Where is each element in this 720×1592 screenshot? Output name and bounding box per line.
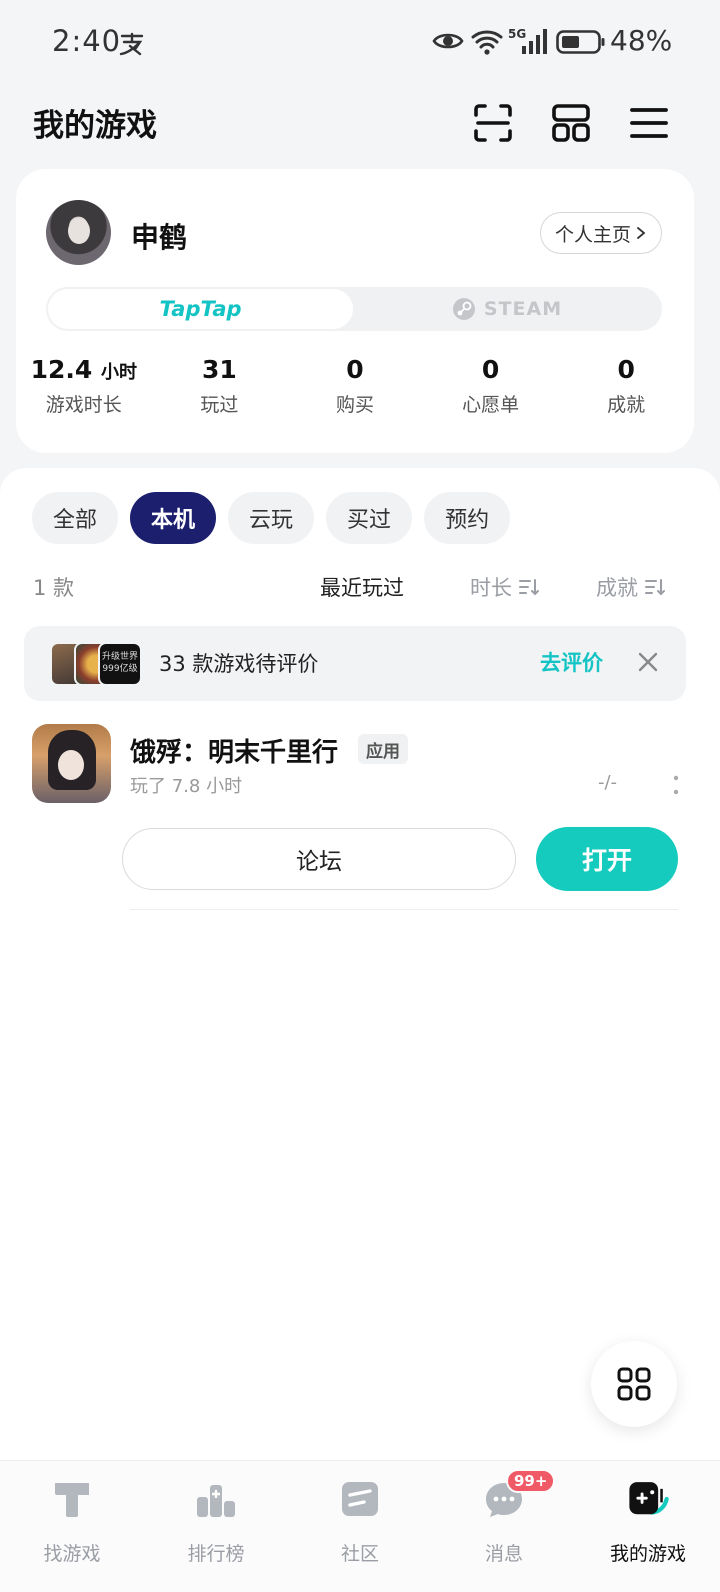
stat-purchased[interactable]: 0 购买 <box>287 355 423 417</box>
filter-chips: 全部 本机 云玩 买过 预约 <box>32 492 511 544</box>
game-icon[interactable] <box>32 724 111 803</box>
game-count: 1 款 <box>33 576 75 600</box>
close-icon[interactable] <box>636 650 660 674</box>
game-tag: 应用 <box>358 734 408 764</box>
status-bar: 2:40 5G 48% <box>0 0 720 86</box>
more-vertical-icon[interactable] <box>668 772 684 798</box>
layout-grid-icon <box>552 104 590 142</box>
stat-value: 31 <box>201 355 237 384</box>
menu-icon <box>630 108 668 138</box>
game-score: -/- <box>598 772 618 793</box>
stat-label: 心愿单 <box>462 394 520 416</box>
ranking-icon <box>194 1477 238 1521</box>
stat-label: 成就 <box>607 394 646 416</box>
stats-row: 12.4 小时 游戏时长 31 玩过 0 购买 0 心愿单 0 成就 <box>16 355 694 417</box>
nav-label: 我的游戏 <box>609 1543 686 1565</box>
stat-value: 12.4 <box>30 355 93 384</box>
community-icon <box>338 1477 382 1521</box>
stat-playtime[interactable]: 12.4 小时 游戏时长 <box>16 355 152 417</box>
game-title: 饿殍：明末千里行 <box>130 738 339 768</box>
nav-ranking[interactable]: 排行榜 <box>144 1461 288 1592</box>
game-playtime: 玩了 7.8 小时 <box>130 776 243 797</box>
game-list-item[interactable]: 饿殍：明末千里行 应用 玩了 7.8 小时 -/- 论坛 打开 <box>0 724 720 914</box>
eye-icon <box>432 33 464 49</box>
platform-toggle: TapTap STEAM <box>46 287 662 331</box>
sort-duration[interactable]: 时长 <box>470 572 540 602</box>
chip-bought[interactable]: 买过 <box>326 492 413 544</box>
svg-text:5G: 5G <box>508 27 526 41</box>
page-title: 我的游戏 <box>33 108 157 144</box>
sort-achievement[interactable]: 成就 <box>596 572 666 602</box>
sort-recent-label: 最近玩过 <box>320 576 404 600</box>
open-game-button[interactable]: 打开 <box>536 827 678 891</box>
alipay-icon <box>119 32 144 56</box>
platform-steam-label: STEAM <box>483 298 563 320</box>
stat-value: 0 <box>617 355 635 384</box>
sort-icon <box>519 579 539 596</box>
games-panel: 全部 本机 云玩 买过 预约 1 款 最近玩过 时长 成就 升级世界 999亿级… <box>0 468 720 1460</box>
profile-card: 申鹤 个人主页 TapTap STEAM 12.4 小时 游戏时长 31 玩过 <box>16 169 694 453</box>
forum-button[interactable]: 论坛 <box>122 828 516 890</box>
platform-tab-steam[interactable]: STEAM <box>354 289 660 329</box>
platform-tab-taptap[interactable]: TapTap <box>48 289 353 329</box>
sort-duration-label: 时长 <box>470 576 512 600</box>
stat-wishlist[interactable]: 0 心愿单 <box>423 355 559 417</box>
stat-label: 游戏时长 <box>45 394 122 416</box>
review-action-link[interactable]: 去评价 <box>540 647 603 677</box>
nav-label: 社区 <box>340 1543 379 1565</box>
stat-value: 0 <box>481 355 500 384</box>
layout-toggle-button[interactable] <box>548 100 594 146</box>
battery-icon <box>556 30 605 54</box>
nav-community[interactable]: 社区 <box>288 1461 432 1592</box>
nav-label: 消息 <box>484 1543 523 1565</box>
review-banner[interactable]: 升级世界 999亿级 33 款游戏待评价 去评价 <box>24 626 686 701</box>
nav-find-games[interactable]: 找游戏 <box>0 1461 144 1592</box>
nav-label: 找游戏 <box>43 1543 101 1565</box>
chip-all[interactable]: 全部 <box>32 492 119 544</box>
apps-fab-button[interactable] <box>591 1341 677 1427</box>
nav-label: 排行榜 <box>187 1543 245 1565</box>
bottom-nav: 找游戏 排行榜 社区 99+ 消息 我的游戏 <box>0 1460 720 1592</box>
scan-button[interactable] <box>470 100 516 146</box>
apps-grid-icon <box>617 1367 651 1401</box>
sort-achievement-label: 成就 <box>596 576 638 600</box>
find-games-icon <box>50 1477 94 1521</box>
signal-5g-icon: 5G <box>508 27 547 54</box>
homepage-label: 个人主页 <box>554 223 631 246</box>
scan-icon <box>474 104 512 142</box>
stat-value: 0 <box>346 355 364 384</box>
chip-local[interactable]: 本机 <box>130 492 217 544</box>
my-games-icon <box>626 1477 670 1521</box>
stat-label: 购买 <box>335 394 374 416</box>
stat-unit: 小时 <box>101 362 137 383</box>
review-thumbnails: 升级世界 999亿级 <box>50 642 145 686</box>
homepage-button[interactable]: 个人主页 <box>540 212 662 254</box>
wifi-icon <box>471 30 503 55</box>
battery-percent: 48% <box>610 24 673 57</box>
chip-reserved[interactable]: 预约 <box>424 492 511 544</box>
username: 申鹤 <box>131 221 188 254</box>
game-thumbnail: 升级世界 999亿级 <box>98 642 142 686</box>
message-badge: 99+ <box>506 1469 556 1493</box>
avatar[interactable] <box>46 200 111 265</box>
chip-cloud[interactable]: 云玩 <box>228 492 315 544</box>
nav-my-games[interactable]: 我的游戏 <box>576 1461 720 1592</box>
review-banner-text: 33 款游戏待评价 <box>159 652 319 676</box>
steam-icon <box>452 298 475 320</box>
sort-recent[interactable]: 最近玩过 <box>320 572 404 602</box>
stat-achievements[interactable]: 0 成就 <box>558 355 694 417</box>
sort-icon <box>645 579 665 596</box>
nav-messages[interactable]: 99+ 消息 <box>432 1461 576 1592</box>
chevron-right-icon <box>637 227 646 239</box>
menu-button[interactable] <box>626 100 672 146</box>
divider <box>130 909 678 910</box>
message-icon: 99+ <box>482 1469 556 1521</box>
stat-played[interactable]: 31 玩过 <box>152 355 288 417</box>
stat-label: 玩过 <box>200 394 239 416</box>
status-time: 2:40 <box>52 24 122 58</box>
